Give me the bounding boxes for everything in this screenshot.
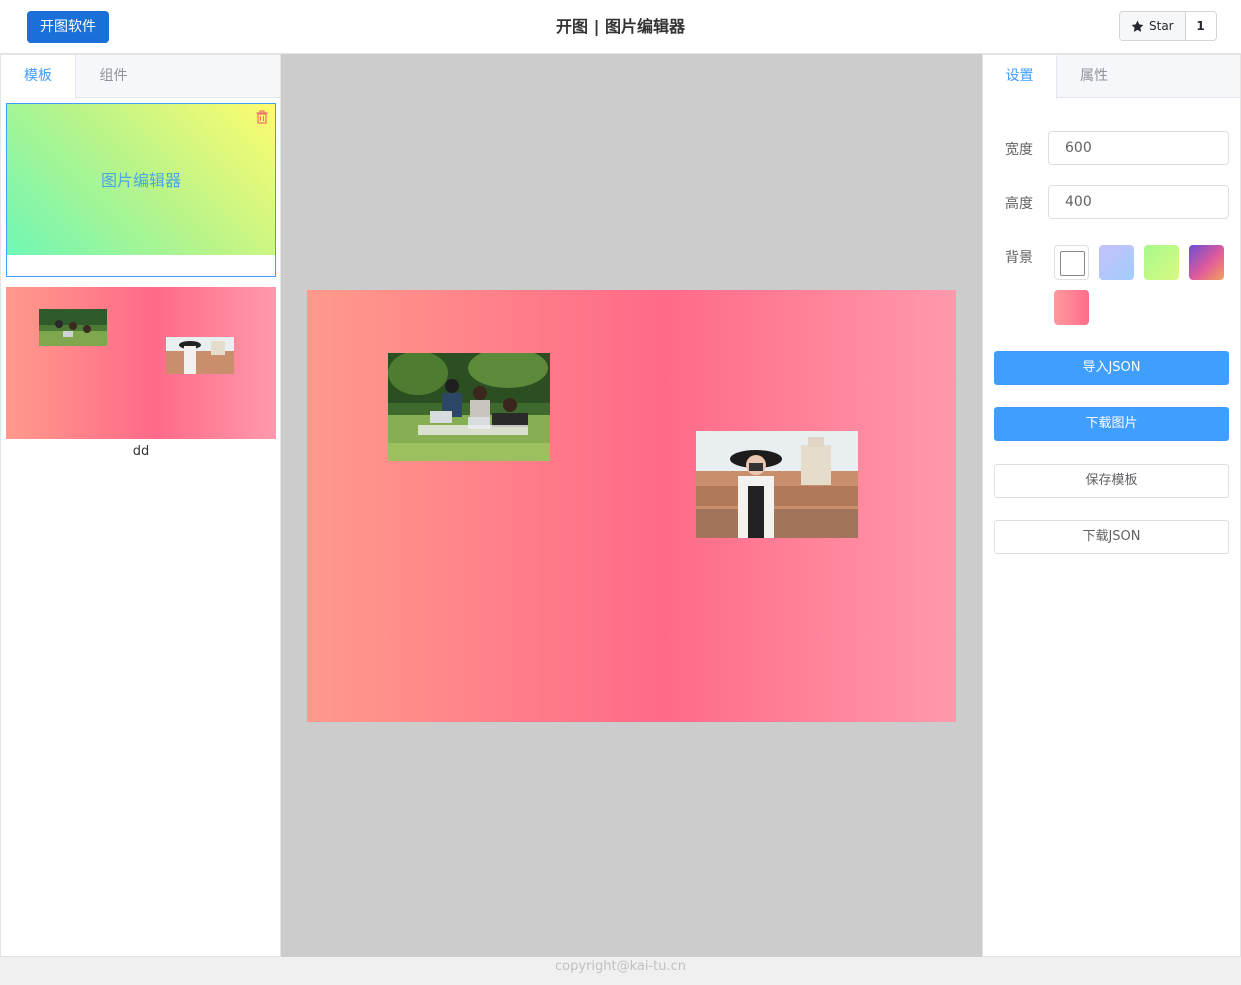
left-tabs: 模板 组件 [1, 55, 280, 99]
star-button[interactable]: Star [1120, 12, 1186, 40]
save-template-button[interactable]: 保存模板 [994, 464, 1229, 498]
background-swatch-white[interactable] [1054, 245, 1089, 280]
tab-settings[interactable]: 设置 [983, 55, 1057, 99]
editor-canvas[interactable] [307, 290, 956, 722]
template-card[interactable]: 图片编辑器 [6, 103, 276, 277]
import-json-button[interactable]: 导入JSON [994, 351, 1229, 385]
footer-copyright: copyright@kai-tu.cn [0, 957, 1241, 985]
template-name: dd [132, 444, 150, 459]
background-swatch-pink[interactable] [1054, 290, 1089, 325]
github-star-widget: Star 1 [1119, 11, 1217, 41]
star-label: Star [1149, 19, 1174, 33]
download-json-button[interactable]: 下载JSON [994, 520, 1229, 554]
canvas-workspace [281, 54, 982, 957]
app-header: 开图软件 开图 | 图片编辑器 Star 1 [0, 0, 1241, 54]
canvas-photo-photographer[interactable] [696, 431, 858, 538]
right-tabs: 设置 属性 [983, 55, 1240, 99]
background-swatch-purple-orange[interactable] [1189, 245, 1224, 280]
template-card[interactable] [6, 287, 276, 439]
left-panel: 模板 组件 图片编辑器 dd [0, 54, 281, 957]
template-preview: 图片编辑器 [7, 104, 275, 255]
right-panel: 设置 属性 宽度 600 高度 400 背景 导入JSON 下载图片 保存模板 … [982, 54, 1241, 957]
tab-components[interactable]: 组件 [76, 55, 151, 98]
background-label: 背景 [1005, 250, 1033, 266]
canvas-photo-students[interactable] [388, 353, 550, 461]
template-preview-text: 图片编辑器 [100, 171, 181, 190]
background-swatch-lime[interactable] [1144, 245, 1179, 280]
template-photo-thumbnail [39, 309, 107, 346]
page-title: 开图 | 图片编辑器 [556, 17, 685, 36]
trash-icon[interactable] [255, 110, 269, 124]
star-count[interactable]: 1 [1185, 12, 1216, 40]
tab-templates[interactable]: 模板 [1, 55, 76, 99]
height-field[interactable]: 400 [1048, 185, 1229, 219]
star-icon [1131, 20, 1144, 32]
height-label: 高度 [1005, 196, 1033, 212]
template-photo-thumbnail [166, 337, 234, 374]
background-swatch-lavender[interactable] [1099, 245, 1134, 280]
tab-properties[interactable]: 属性 [1057, 55, 1131, 98]
download-image-button[interactable]: 下载图片 [994, 407, 1229, 441]
width-field[interactable]: 600 [1048, 131, 1229, 165]
width-label: 宽度 [1005, 142, 1033, 158]
